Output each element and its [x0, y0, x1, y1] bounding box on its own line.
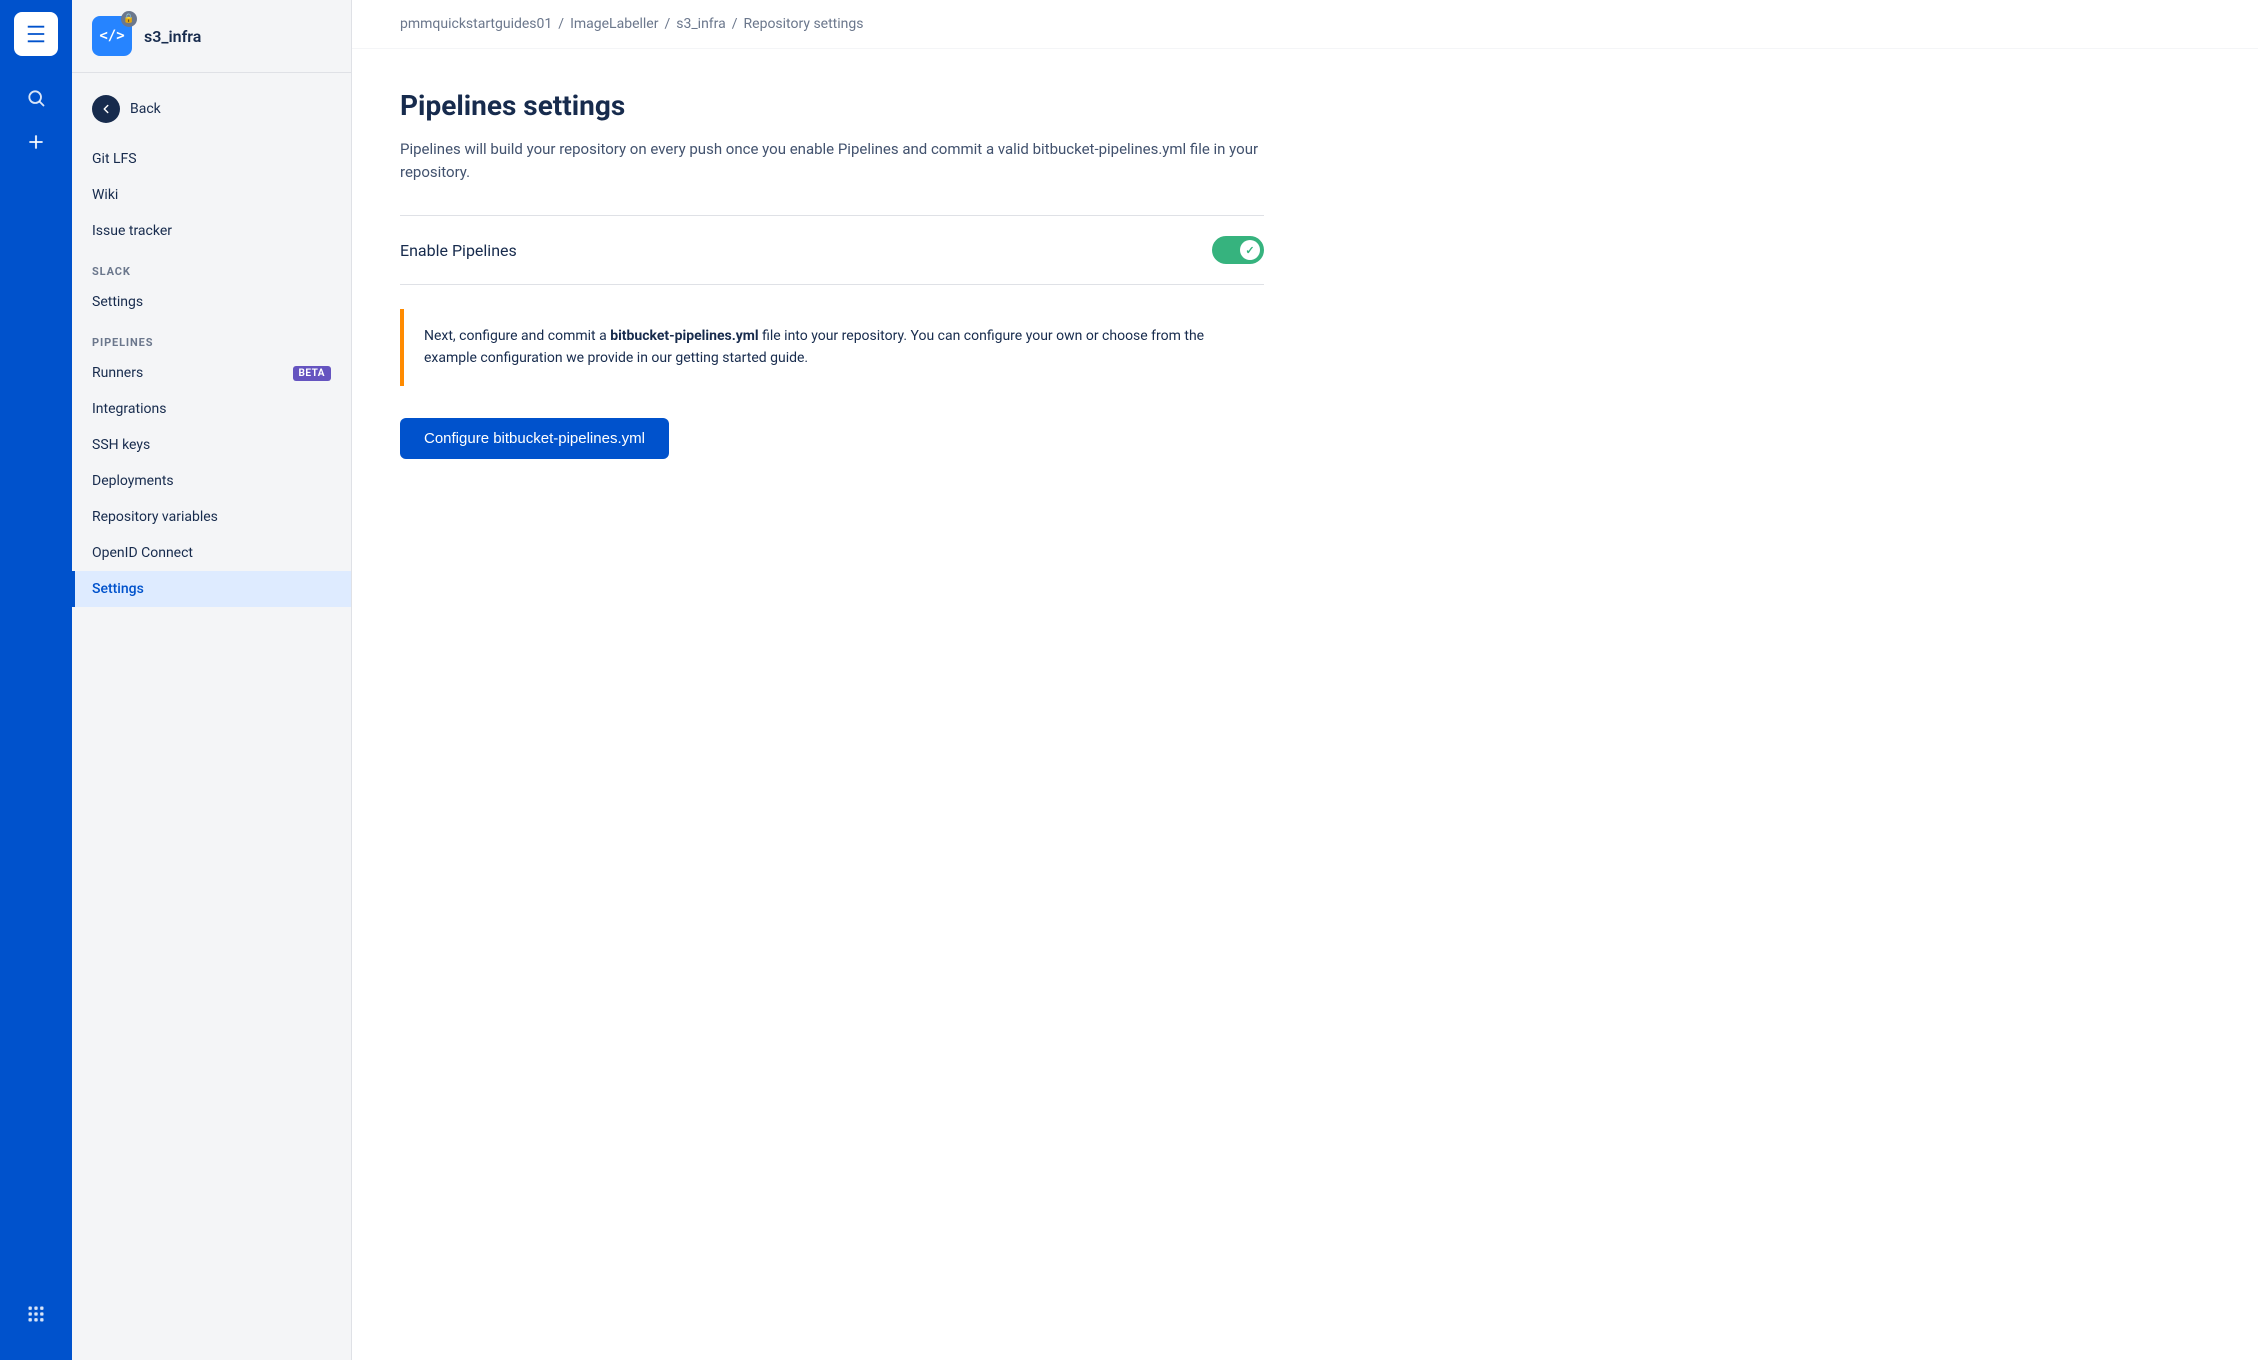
- info-box: Next, configure and commit a bitbucket-p…: [400, 309, 1264, 386]
- sidebar-item-integrations[interactable]: Integrations: [72, 391, 351, 427]
- toggle-wrapper: ✓: [1212, 236, 1264, 264]
- info-text: Next, configure and commit a bitbucket-p…: [424, 325, 1244, 370]
- sidebar-item-pipelines-settings[interactable]: Settings: [72, 571, 351, 607]
- back-label: Back: [130, 101, 161, 117]
- sidebar-nav: Back Git LFS Wiki Issue tracker SLACK Se…: [72, 73, 351, 1360]
- pipelines-section-label: PIPELINES: [72, 320, 351, 355]
- enable-pipelines-toggle[interactable]: ✓: [1212, 236, 1264, 264]
- toggle-check-icon: ✓: [1245, 244, 1254, 257]
- breadcrumb-current: Repository settings: [744, 16, 864, 32]
- breadcrumb-project[interactable]: ImageLabeller: [570, 16, 658, 32]
- sidebar-item-deployments[interactable]: Deployments: [72, 463, 351, 499]
- toggle-track: ✓: [1212, 236, 1264, 264]
- slack-section-label: SLACK: [72, 249, 351, 284]
- breadcrumb-sep-3: /: [732, 16, 738, 32]
- main-content: pmmquickstartguides01 / ImageLabeller / …: [352, 0, 2258, 1360]
- grid-icon[interactable]: [18, 1296, 54, 1332]
- sidebar-item-openid-connect[interactable]: OpenID Connect: [72, 535, 351, 571]
- beta-badge: BETA: [293, 366, 332, 381]
- breadcrumb-org[interactable]: pmmquickstartguides01: [400, 16, 552, 32]
- sidebar: </> 🔒 s3_infra Back Git LFS Wiki Issue t…: [72, 0, 352, 1360]
- lock-icon: 🔒: [121, 11, 137, 27]
- breadcrumb-sep-2: /: [664, 16, 670, 32]
- back-circle-icon: [92, 95, 120, 123]
- search-icon[interactable]: [18, 80, 54, 116]
- repo-name: s3_infra: [144, 27, 201, 46]
- configure-button[interactable]: Configure bitbucket-pipelines.yml: [400, 418, 669, 459]
- sidebar-item-issue-tracker[interactable]: Issue tracker: [72, 213, 351, 249]
- icon-bar: [0, 0, 72, 1360]
- sidebar-item-git-lfs[interactable]: Git LFS: [72, 141, 351, 177]
- sidebar-item-runners[interactable]: Runners BETA: [72, 355, 351, 391]
- app-logo[interactable]: [14, 12, 58, 56]
- breadcrumb-repo[interactable]: s3_infra: [676, 16, 726, 32]
- sidebar-header: </> 🔒 s3_infra: [72, 0, 351, 73]
- enable-label: Enable Pipelines: [400, 241, 517, 260]
- sidebar-item-repo-variables[interactable]: Repository variables: [72, 499, 351, 535]
- add-icon[interactable]: [18, 124, 54, 160]
- back-button[interactable]: Back: [72, 85, 351, 133]
- sidebar-item-ssh-keys[interactable]: SSH keys: [72, 427, 351, 463]
- page-description: Pipelines will build your repository on …: [400, 138, 1264, 183]
- sidebar-item-wiki[interactable]: Wiki: [72, 177, 351, 213]
- repo-icon: </> 🔒: [92, 16, 132, 56]
- enable-pipelines-row: Enable Pipelines ✓: [400, 216, 1264, 285]
- toggle-thumb: ✓: [1240, 240, 1260, 260]
- page-title: Pipelines settings: [400, 89, 1264, 122]
- sidebar-item-slack-settings[interactable]: Settings: [72, 284, 351, 320]
- breadcrumb: pmmquickstartguides01 / ImageLabeller / …: [352, 0, 2258, 49]
- breadcrumb-sep-1: /: [558, 16, 564, 32]
- page-content: Pipelines settings Pipelines will build …: [352, 49, 1312, 499]
